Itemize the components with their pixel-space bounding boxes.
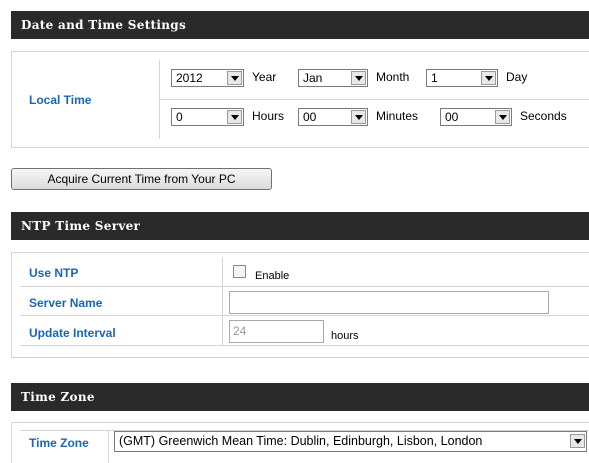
chevron-down-icon[interactable] [495, 110, 510, 124]
chevron-down-icon[interactable] [481, 71, 496, 85]
year-unit: Year [252, 70, 277, 84]
chevron-down-icon[interactable] [570, 434, 585, 448]
chevron-down-icon[interactable] [227, 110, 242, 124]
year-value: 2012 [176, 71, 203, 85]
local-time-label: Local Time [29, 93, 92, 107]
use-ntp-label: Use NTP [29, 266, 79, 280]
divider [20, 286, 589, 287]
divider [222, 257, 223, 345]
server-name-label: Server Name [29, 296, 103, 310]
month-unit: Month [376, 70, 410, 84]
acquire-time-button[interactable]: Acquire Current Time from Your PC [11, 168, 272, 190]
timezone-header: Time Zone [11, 383, 589, 411]
seconds-value: 00 [445, 110, 459, 124]
minutes-value: 00 [303, 110, 317, 124]
divider [108, 430, 109, 463]
update-interval-value: 24 [233, 324, 247, 338]
day-select[interactable]: 1 [426, 69, 498, 87]
hours-value: 0 [176, 110, 183, 124]
seconds-unit: Seconds [520, 109, 567, 123]
month-value: Jan [303, 71, 323, 85]
date-time-header: Date and Time Settings [11, 11, 589, 39]
divider [20, 315, 589, 316]
divider [20, 345, 589, 346]
update-interval-input[interactable]: 24 [229, 320, 324, 343]
enable-label: Enable [255, 270, 290, 282]
chevron-down-icon[interactable] [351, 110, 366, 124]
year-select[interactable]: 2012 [171, 69, 244, 87]
ntp-title: NTP Time Server [21, 219, 141, 233]
update-interval-label: Update Interval [29, 326, 116, 340]
date-time-title: Date and Time Settings [21, 18, 187, 32]
update-interval-unit: hours [331, 330, 359, 342]
timezone-title: Time Zone [21, 390, 95, 404]
hours-select[interactable]: 0 [171, 108, 244, 126]
enable-ntp-checkbox[interactable] [233, 265, 246, 278]
hours-unit: Hours [252, 109, 285, 123]
seconds-select[interactable]: 00 [440, 108, 512, 126]
server-name-input[interactable] [229, 291, 549, 314]
minutes-unit: Minutes [376, 109, 419, 123]
date-time-panel [11, 51, 589, 148]
minutes-select[interactable]: 00 [298, 108, 368, 126]
ntp-header: NTP Time Server [11, 212, 589, 240]
chevron-down-icon[interactable] [351, 71, 366, 85]
timezone-select[interactable]: (GMT) Greenwich Mean Time: Dublin, Edinb… [114, 431, 587, 452]
divider [159, 99, 589, 100]
timezone-label: Time Zone [29, 436, 89, 450]
day-value: 1 [431, 71, 438, 85]
chevron-down-icon[interactable] [227, 71, 242, 85]
month-select[interactable]: Jan [298, 69, 368, 87]
day-unit: Day [506, 70, 528, 84]
timezone-value: (GMT) Greenwich Mean Time: Dublin, Edinb… [119, 434, 483, 448]
